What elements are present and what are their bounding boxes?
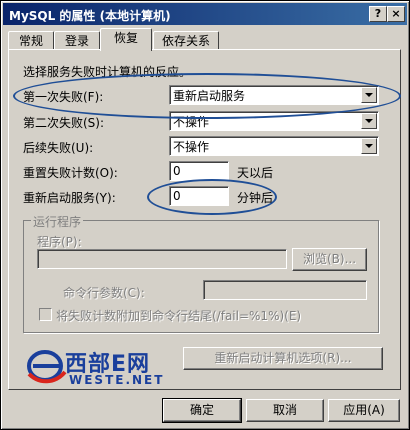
- reset-count-unit: 天以后: [237, 166, 274, 180]
- weste-logo-icon: [27, 350, 67, 384]
- cmdline-input[interactable]: [203, 280, 367, 300]
- second-failure-label: 第二次失败(S):: [23, 116, 105, 130]
- program-label: 程序(P):: [37, 235, 82, 249]
- cmdline-label: 命令行参数(C):: [63, 286, 145, 300]
- annotation-ellipse-restart-service: [147, 179, 277, 215]
- chevron-down-icon[interactable]: [361, 138, 377, 154]
- subsequent-failure-select[interactable]: 不操作: [169, 136, 379, 156]
- cancel-button[interactable]: 取消: [246, 399, 324, 422]
- program-input[interactable]: [37, 249, 287, 269]
- subsequent-failure-label: 后续失败(U):: [23, 141, 94, 155]
- reset-count-label: 重置失败计数(O):: [23, 166, 118, 180]
- append-fail-count-label: 将失败计数附加到命令行结尾(/fail=%1%)(E): [56, 309, 302, 323]
- reset-count-input[interactable]: 0: [169, 161, 229, 181]
- apply-button[interactable]: 应用(A): [328, 399, 400, 422]
- restart-service-label: 重新启动服务(Y):: [23, 191, 116, 205]
- annotation-ellipse-first-failure: [13, 73, 401, 119]
- run-program-group-label: 运行程序: [31, 213, 84, 230]
- append-fail-count-checkbox[interactable]: [39, 308, 52, 321]
- logo-url: WESTE.NET: [69, 373, 165, 387]
- browse-button[interactable]: 浏览(B)...: [292, 248, 367, 271]
- chevron-down-icon[interactable]: [361, 113, 377, 129]
- properties-dialog: MySQL 的属性 (本地计算机) ? × 常规 登录 恢复 依存关系 选择服务…: [0, 0, 410, 430]
- logo: 西部E网 WESTE.NET: [25, 344, 175, 390]
- restart-computer-options-button[interactable]: 重新启动计算机选项(R)...: [183, 347, 383, 370]
- ok-button[interactable]: 确定: [162, 398, 242, 423]
